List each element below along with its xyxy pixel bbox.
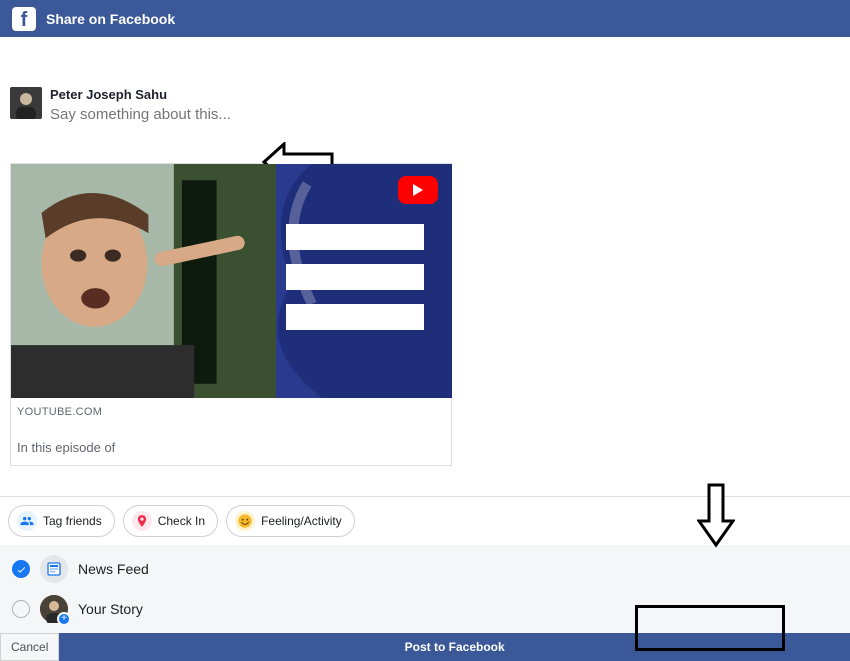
redacted-text-bar [286, 304, 424, 330]
facebook-logo-icon: f [12, 7, 36, 31]
redacted-text-bar [286, 264, 424, 290]
radio-checked-icon [12, 560, 30, 578]
radio-unchecked-icon [12, 600, 30, 618]
preview-description: In this episode of [17, 440, 445, 455]
author-name: Peter Joseph Sahu [50, 87, 350, 102]
destination-label: Your Story [78, 601, 143, 617]
youtube-play-icon [398, 176, 438, 204]
preview-domain: YOUTUBE.COM [17, 406, 445, 418]
destination-list: News Feed + Your Story [0, 545, 850, 633]
avatar [10, 87, 42, 119]
dialog-header: f Share on Facebook [0, 0, 850, 37]
tag-friends-pill[interactable]: Tag friends [8, 505, 115, 537]
annotation-arrow-down-icon [697, 483, 735, 549]
feeling-face-icon [235, 511, 255, 531]
preview-meta: YOUTUBE.COM In this episode of [11, 398, 451, 465]
destination-news-feed[interactable]: News Feed [0, 549, 850, 589]
composer: Peter Joseph Sahu [0, 37, 850, 476]
destination-label: News Feed [78, 561, 149, 577]
post-to-facebook-button[interactable]: Post to Facebook [59, 633, 850, 661]
link-preview-card[interactable]: YOUTUBE.COM In this episode of [10, 163, 452, 466]
action-row: Cancel Post to Facebook [0, 633, 850, 661]
story-avatar-icon: + [40, 595, 68, 623]
cancel-button[interactable]: Cancel [0, 633, 59, 661]
plus-badge-icon: + [57, 612, 71, 626]
feeling-activity-label: Feeling/Activity [261, 514, 342, 528]
preview-title-redacted [17, 422, 247, 436]
destination-your-story[interactable]: + Your Story [0, 589, 850, 629]
author-row: Peter Joseph Sahu [10, 87, 840, 123]
location-pin-icon [132, 511, 152, 531]
tag-friends-label: Tag friends [43, 514, 102, 528]
check-in-pill[interactable]: Check In [123, 505, 218, 537]
dialog-title: Share on Facebook [46, 11, 175, 27]
tag-friends-icon [17, 511, 37, 531]
post-text-input[interactable] [50, 106, 350, 123]
preview-thumbnail [11, 164, 452, 398]
feeling-activity-pill[interactable]: Feeling/Activity [226, 505, 355, 537]
redacted-text-bar [286, 224, 424, 250]
news-feed-icon [40, 555, 68, 583]
composer-footer: Tag friends Check In Feeling/Activity [0, 496, 850, 661]
check-in-label: Check In [158, 514, 205, 528]
